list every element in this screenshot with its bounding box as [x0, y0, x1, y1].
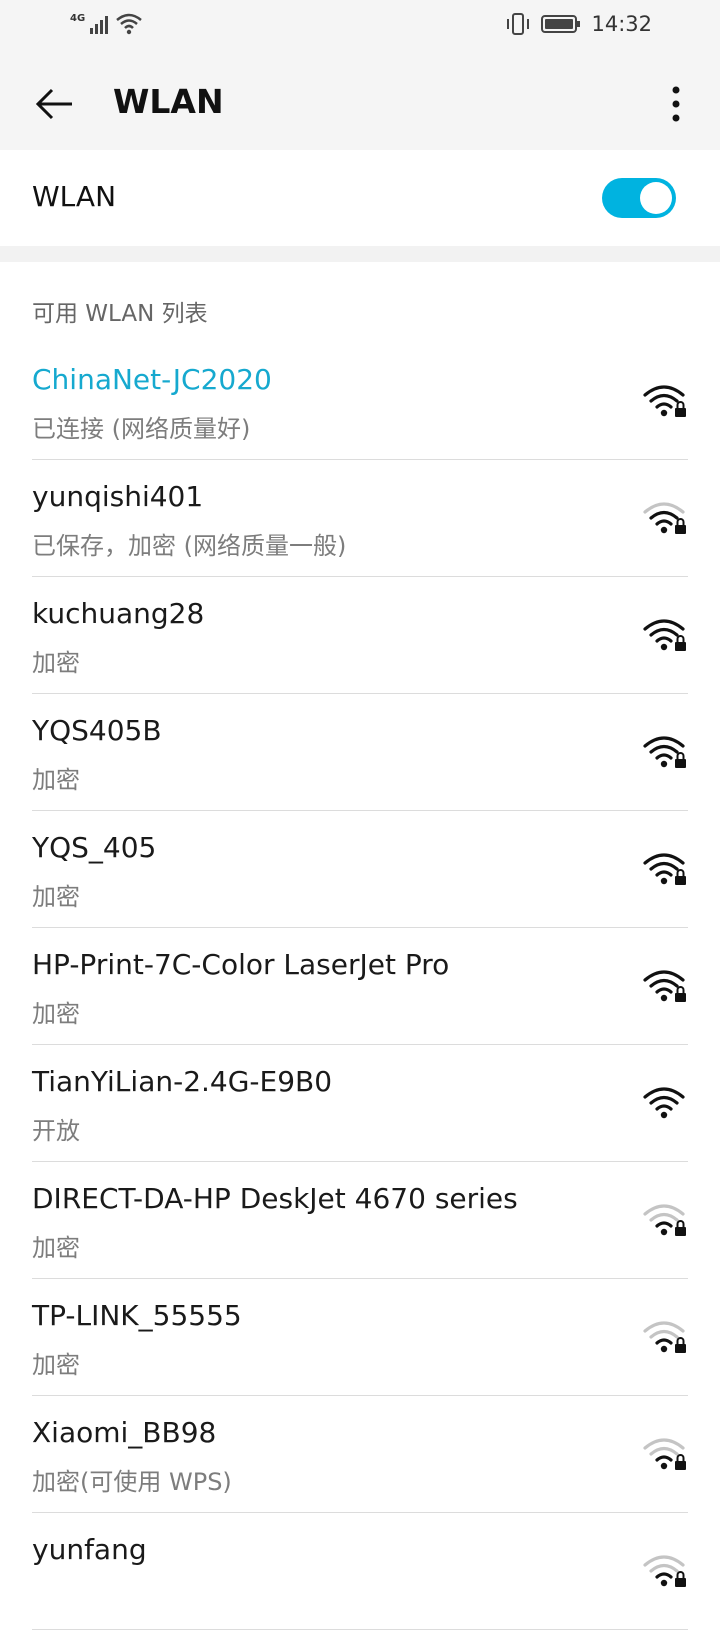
network-name: ChinaNet-JC2020	[32, 363, 272, 396]
wifi-lock-icon	[643, 1321, 686, 1353]
network-item[interactable]: TP-LINK_55555 加密	[0, 1279, 720, 1396]
network-item[interactable]: Xiaomi_BB98 加密(可使用 WPS)	[0, 1396, 720, 1513]
wifi-icon	[116, 13, 142, 35]
network-status: 加密	[32, 1234, 80, 1262]
network-status: 已连接 (网络质量好)	[32, 415, 251, 443]
network-item[interactable]: yunqishi401 已保存，加密 (网络质量一般)	[0, 460, 720, 577]
network-status: 加密(可使用 WPS)	[32, 1468, 232, 1496]
network-name: TianYiLian-2.4G-E9B0	[32, 1065, 333, 1098]
wlan-toggle-label: WLAN	[32, 180, 117, 213]
network-name: Xiaomi_BB98	[32, 1416, 217, 1449]
status-bar: 4G 14:32	[0, 0, 720, 56]
network-name: yunfang	[32, 1533, 147, 1566]
wifi-lock-icon	[643, 619, 686, 651]
network-item[interactable]: HP-Print-7C-Color LaserJet Pro 加密	[0, 928, 720, 1045]
vibrate-icon	[507, 13, 530, 35]
wifi-lock-icon	[643, 385, 686, 417]
network-item[interactable]: YQS405B 加密	[0, 694, 720, 811]
network-item[interactable]: ChinaNet-JC2020 已连接 (网络质量好)	[0, 343, 720, 460]
toggle-knob	[640, 182, 672, 214]
back-arrow-icon	[35, 88, 72, 120]
network-status: 加密	[32, 1351, 80, 1379]
wifi-icon	[643, 1087, 685, 1119]
network-list: ChinaNet-JC2020 已连接 (网络质量好) yunqishi401 已保存…	[0, 343, 720, 1630]
status-left: 4G	[70, 12, 143, 36]
network-status: 加密	[32, 766, 80, 794]
network-item[interactable]: yunfang	[0, 1513, 720, 1630]
more-vert-icon	[672, 86, 680, 122]
wifi-lock-icon	[643, 736, 686, 768]
wifi-lock-icon	[643, 1555, 686, 1587]
app-bar: WLAN	[0, 56, 720, 150]
network-item[interactable]: DIRECT-DA-HP DeskJet 4670 series 加密	[0, 1162, 720, 1279]
network-item[interactable]: YQS_405 加密	[0, 811, 720, 928]
wifi-lock-icon	[643, 853, 686, 885]
page-title: WLAN	[113, 82, 224, 121]
network-item[interactable]: kuchuang28 加密	[0, 577, 720, 694]
signal-icon	[90, 16, 109, 34]
status-right: 14:32	[505, 12, 652, 36]
network-status: 加密	[32, 649, 80, 677]
wifi-lock-icon	[643, 1204, 686, 1236]
back-button[interactable]	[28, 78, 80, 130]
network-name: YQS405B	[32, 714, 162, 747]
network-item[interactable]: TianYiLian-2.4G-E9B0 开放	[0, 1045, 720, 1162]
status-time: 14:32	[591, 12, 652, 36]
wifi-lock-icon	[643, 1438, 686, 1470]
network-name: YQS_405	[32, 831, 157, 864]
network-status: 开放	[32, 1117, 80, 1145]
battery-icon	[541, 15, 581, 33]
wlan-toggle-switch[interactable]	[602, 178, 676, 218]
network-name: kuchuang28	[32, 597, 205, 630]
network-name: HP-Print-7C-Color LaserJet Pro	[32, 948, 450, 981]
more-options-button[interactable]	[654, 78, 698, 130]
wifi-lock-icon	[643, 970, 686, 1002]
network-type-label: 4G	[70, 12, 86, 24]
section-title: 可用 WLAN 列表	[32, 301, 208, 327]
network-name: TP-LINK_55555	[32, 1299, 242, 1332]
wlan-toggle-row[interactable]: WLAN	[0, 150, 720, 246]
network-status: 已保存，加密 (网络质量一般)	[32, 532, 347, 560]
wifi-lock-icon	[643, 502, 686, 534]
network-name: DIRECT-DA-HP DeskJet 4670 series	[32, 1182, 518, 1215]
network-status: 加密	[32, 1000, 80, 1028]
network-name: yunqishi401	[32, 480, 204, 513]
network-status: 加密	[32, 883, 80, 911]
section-divider	[0, 246, 720, 262]
